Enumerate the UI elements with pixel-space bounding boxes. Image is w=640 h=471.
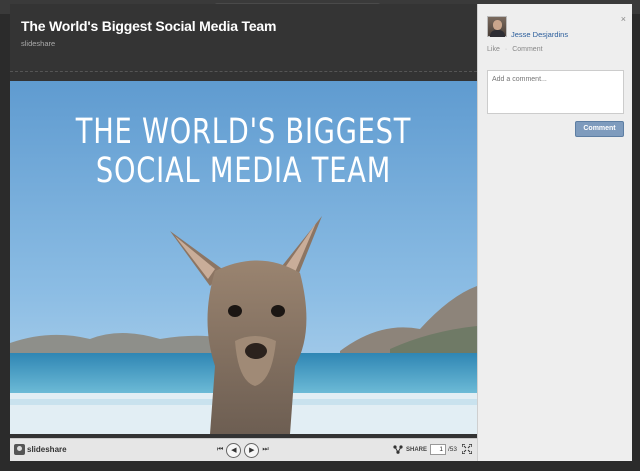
last-slide-icon[interactable]: ⏭ [262, 442, 268, 458]
first-slide-icon[interactable]: ⏮ [217, 442, 223, 458]
page-control: 1 /53 [430, 444, 457, 455]
slide-navigation: ⏮ ◀ ▶ ⏭ [217, 442, 269, 458]
slideshare-logo-icon [14, 444, 25, 455]
comment-input[interactable] [487, 70, 624, 114]
total-pages: /53 [448, 446, 458, 453]
deck-title: The World's Biggest Social Media Team [21, 18, 277, 34]
comment-panel: × Jesse Desjardins Like · Comment Commen… [477, 4, 632, 461]
deck-source[interactable]: slideshare [21, 39, 55, 48]
comment-submit-button[interactable]: Comment [575, 121, 624, 137]
like-link[interactable]: Like [487, 46, 500, 53]
current-page-input[interactable]: 1 [430, 444, 446, 455]
slideshare-logo[interactable]: slideshare [14, 444, 67, 455]
post-actions: Like · Comment [487, 46, 543, 53]
slide-title-text: THE WORLD'S BIGGEST SOCIAL MEDIA TEAM [75, 112, 412, 191]
viewer-header: The World's Biggest Social Media Team sl… [10, 4, 477, 72]
fullscreen-icon[interactable] [462, 444, 472, 454]
previous-slide-button[interactable]: ◀ [226, 442, 242, 458]
close-icon[interactable]: × [621, 14, 626, 24]
presentation-viewer: The World's Biggest Social Media Team sl… [10, 4, 477, 461]
avatar[interactable] [487, 16, 507, 37]
share-label: SHARE [406, 446, 428, 453]
share-icon [393, 445, 403, 454]
comment-link[interactable]: Comment [512, 46, 542, 53]
next-slide-button[interactable]: ▶ [244, 442, 260, 458]
user-name-link[interactable]: Jesse Desjardins [511, 30, 568, 39]
viewer-toolbar: slideshare ⏮ ◀ ▶ ⏭ SHARE 1 /53 [10, 438, 477, 461]
slide-image[interactable]: THE WORLD'S BIGGEST SOCIAL MEDIA TEAM [10, 81, 477, 434]
share-button[interactable]: SHARE [393, 445, 427, 454]
action-separator: · [504, 46, 508, 53]
slideshare-logo-text: slideshare [27, 445, 67, 454]
